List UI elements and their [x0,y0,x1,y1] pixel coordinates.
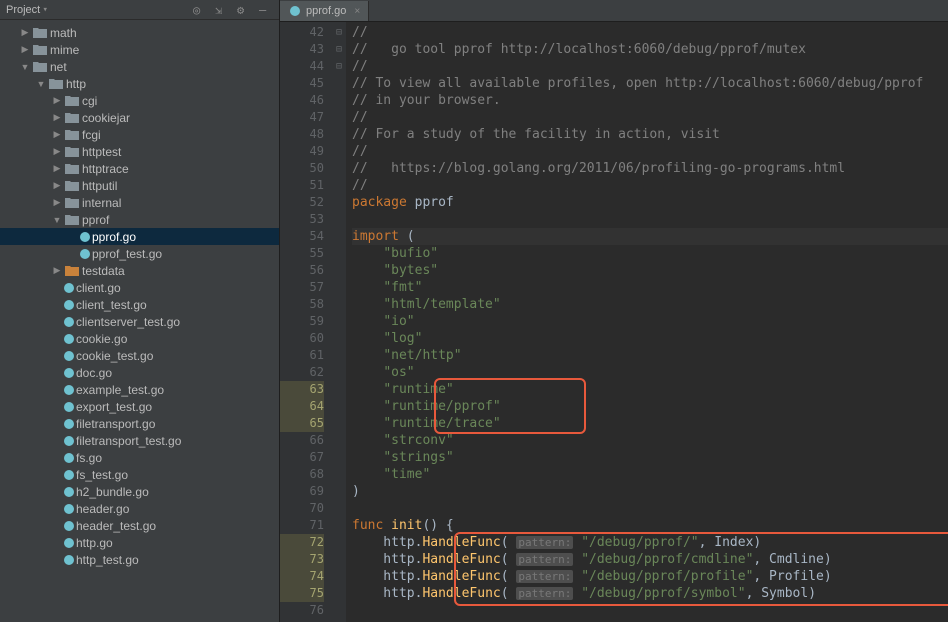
tree-item-label: internal [82,196,121,210]
hide-icon[interactable]: — [259,3,273,17]
tree-item-fs-test-go[interactable]: fs_test.go [0,466,279,483]
tree-item-label: http.go [76,536,113,550]
chevron-right-icon[interactable]: ▶ [52,129,62,140]
tree-item-cookiejar[interactable]: ▶ cookiejar [0,109,279,126]
tree-item-client-go[interactable]: client.go [0,279,279,296]
chevron-right-icon[interactable]: ▶ [20,27,30,38]
tab-pprof-go[interactable]: pprof.go × [280,1,369,21]
line-number-gutter: 4243444546474849505152535455565758596061… [280,22,332,622]
tree-item-label: http [66,77,86,91]
tree-item-label: httputil [82,179,117,193]
tree-item-label: cookie_test.go [76,349,153,363]
tree-item-label: filetransport_test.go [76,434,181,448]
tree-item-clientserver-test-go[interactable]: clientserver_test.go [0,313,279,330]
tree-item-label: cookiejar [82,111,130,125]
tree-item-h2-bundle-go[interactable]: h2_bundle.go [0,483,279,500]
tree-item-header-test-go[interactable]: header_test.go [0,517,279,534]
tree-item-label: example_test.go [76,383,164,397]
tree-item-label: export_test.go [76,400,152,414]
tree-item-cookie-go[interactable]: cookie.go [0,330,279,347]
tree-item-label: header_test.go [76,519,156,533]
tree-item-http-go[interactable]: http.go [0,534,279,551]
tree-item-example-test-go[interactable]: example_test.go [0,381,279,398]
tree-item-label: fs_test.go [76,468,128,482]
tree-item-http[interactable]: ▼ http [0,75,279,92]
code-area[interactable]: //// go tool pprof http://localhost:6060… [346,22,948,622]
tree-item-pprof-go[interactable]: pprof.go [0,228,279,245]
tree-item-export-test-go[interactable]: export_test.go [0,398,279,415]
tree-item-http-test-go[interactable]: http_test.go [0,551,279,568]
tree-item-net[interactable]: ▼ net [0,58,279,75]
tree-item-label: httptest [82,145,121,159]
chevron-down-icon[interactable]: ▼ [52,215,62,225]
tree-item-label: mime [50,43,79,57]
target-icon[interactable]: ◎ [193,3,207,17]
chevron-right-icon[interactable]: ▶ [52,146,62,157]
chevron-down-icon[interactable]: ▼ [36,79,46,89]
tree-item-label: net [50,60,67,74]
tree-item-label: client.go [76,281,121,295]
tree-item-label: doc.go [76,366,112,380]
project-tree[interactable]: ▶ math ▶ mime ▼ net ▼ http ▶ cgi ▶ cookiejar ▶ fcgi ▶ h… [0,20,279,622]
fold-gutter[interactable]: ⊟⊟⊟ [332,22,346,622]
tab-bar: pprof.go × [280,0,948,22]
tree-item-cgi[interactable]: ▶ cgi [0,92,279,109]
tree-item-label: h2_bundle.go [76,485,149,499]
chevron-down-icon[interactable]: ▼ [20,62,30,72]
tree-item-math[interactable]: ▶ math [0,24,279,41]
chevron-right-icon[interactable]: ▶ [20,44,30,55]
chevron-right-icon[interactable]: ▶ [52,197,62,208]
go-file-icon [288,4,302,18]
tree-item-fcgi[interactable]: ▶ fcgi [0,126,279,143]
tree-item-header-go[interactable]: header.go [0,500,279,517]
tree-item-label: fcgi [82,128,101,142]
tree-item-label: client_test.go [76,298,147,312]
project-dropdown-icon[interactable]: ▾ [40,5,50,15]
tree-item-httptrace[interactable]: ▶ httptrace [0,160,279,177]
tree-item-label: header.go [76,502,129,516]
tree-item-httputil[interactable]: ▶ httputil [0,177,279,194]
close-icon[interactable]: × [354,6,360,17]
tree-item-doc-go[interactable]: doc.go [0,364,279,381]
tree-item-label: math [50,26,77,40]
chevron-right-icon[interactable]: ▶ [52,95,62,106]
editor-pane: pprof.go × 42434445464748495051525354555… [280,0,948,622]
tree-item-label: testdata [82,264,125,278]
gear-icon[interactable]: ⚙ [237,3,251,17]
tree-item-label: cookie.go [76,332,127,346]
chevron-right-icon[interactable]: ▶ [52,265,62,276]
tree-item-testdata[interactable]: ▶ testdata [0,262,279,279]
tree-item-filetransport-go[interactable]: filetransport.go [0,415,279,432]
tab-label: pprof.go [306,5,346,17]
chevron-right-icon[interactable]: ▶ [52,163,62,174]
tree-item-label: httptrace [82,162,129,176]
sidebar-title: Project [6,4,40,16]
project-sidebar: Project ▾ ◎ ⇲ ⚙ — ▶ math ▶ mime ▼ net ▼ http ▶ cg… [0,0,280,622]
tree-item-label: pprof [82,213,109,227]
editor-body[interactable]: 4243444546474849505152535455565758596061… [280,22,948,622]
chevron-right-icon[interactable]: ▶ [52,112,62,123]
tree-item-pprof[interactable]: ▼ pprof [0,211,279,228]
tree-item-internal[interactable]: ▶ internal [0,194,279,211]
tree-item-cookie-test-go[interactable]: cookie_test.go [0,347,279,364]
tree-item-pprof-test-go[interactable]: pprof_test.go [0,245,279,262]
tree-item-httptest[interactable]: ▶ httptest [0,143,279,160]
sidebar-header: Project ▾ ◎ ⇲ ⚙ — [0,0,279,20]
chevron-right-icon[interactable]: ▶ [52,180,62,191]
tree-item-mime[interactable]: ▶ mime [0,41,279,58]
tree-item-label: clientserver_test.go [76,315,180,329]
collapse-icon[interactable]: ⇲ [215,3,229,17]
tree-item-label: pprof_test.go [92,247,162,261]
tree-item-client-test-go[interactable]: client_test.go [0,296,279,313]
tree-item-label: cgi [82,94,97,108]
tree-item-label: fs.go [76,451,102,465]
tree-item-filetransport-test-go[interactable]: filetransport_test.go [0,432,279,449]
tree-item-label: filetransport.go [76,417,155,431]
tree-item-fs-go[interactable]: fs.go [0,449,279,466]
tree-item-label: http_test.go [76,553,139,567]
tree-item-label: pprof.go [92,230,136,244]
